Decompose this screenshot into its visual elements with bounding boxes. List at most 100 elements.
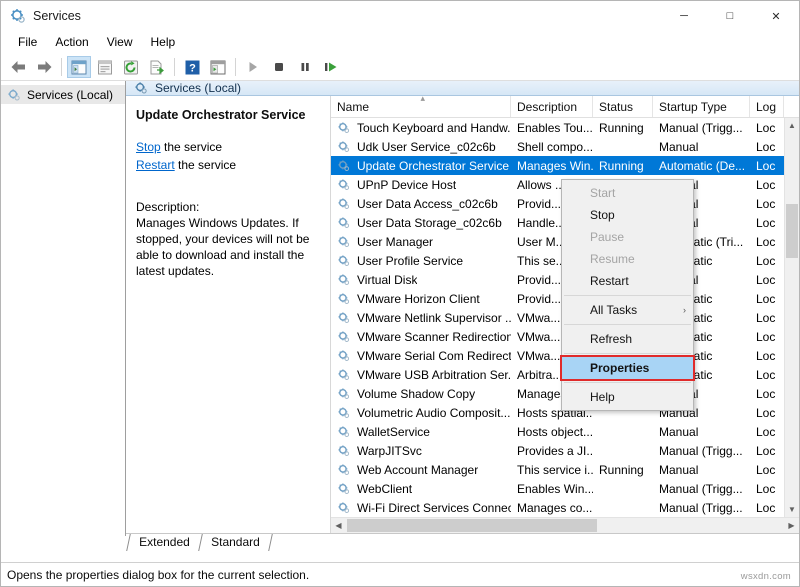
horizontal-scrollbar[interactable]: ◀ ▶	[331, 517, 799, 533]
table-row[interactable]: Update Orchestrator ServiceManages Win..…	[331, 156, 799, 175]
table-row[interactable]: Touch Keyboard and Handw...Enables Tou..…	[331, 118, 799, 137]
services-gear-icon	[7, 88, 22, 102]
cell-status: Running	[593, 121, 653, 135]
toolbar: ?	[1, 54, 799, 81]
table-row[interactable]: Wi-Fi Direct Services Connec...Manages c…	[331, 498, 799, 517]
context-menu-item-label: Stop	[590, 208, 615, 222]
help-icon[interactable]: ?	[180, 56, 204, 78]
column-header-name[interactable]: Name▴	[331, 96, 511, 117]
cell-description: Provides a JI...	[511, 444, 593, 458]
stop-service-icon[interactable]	[267, 56, 291, 78]
cell-log-on-as: Loc	[750, 140, 784, 154]
cell-status: Running	[593, 463, 653, 477]
cell-startup-type: Manual (Trigg...	[653, 501, 750, 515]
context-menu-item-resume: Resume	[562, 248, 693, 270]
back-icon[interactable]	[6, 56, 30, 78]
context-menu-item-refresh[interactable]: Refresh	[562, 328, 693, 350]
restart-service-icon[interactable]	[319, 56, 343, 78]
table-row[interactable]: WalletServiceHosts object...ManualLoc	[331, 422, 799, 441]
show-action-pane-icon[interactable]	[206, 56, 230, 78]
column-header-description[interactable]: Description	[511, 96, 593, 117]
context-menu-separator	[564, 382, 691, 383]
cell-status: Running	[593, 159, 653, 173]
properties-icon[interactable]	[93, 56, 117, 78]
tab-extended[interactable]: Extended	[126, 534, 202, 551]
scroll-left-arrow[interactable]: ◀	[331, 518, 346, 533]
close-button[interactable]: ✕	[753, 1, 799, 31]
table-row[interactable]: WebClientEnables Win...Manual (Trigg...L…	[331, 479, 799, 498]
context-menu-item-label: Refresh	[590, 332, 632, 346]
restart-service-suffix: the service	[175, 158, 236, 172]
restart-service-link[interactable]: Restart	[136, 158, 175, 172]
tree-item-services-local[interactable]: Services (Local)	[1, 85, 125, 104]
column-header-log[interactable]: Log	[750, 96, 784, 117]
tab-standard[interactable]: Standard	[199, 534, 272, 551]
stop-service-link[interactable]: Stop	[136, 140, 161, 154]
cell-name: VMware Scanner Redirection...	[331, 330, 511, 344]
pane-content: Update Orchestrator Service Stop the ser…	[126, 96, 799, 533]
service-gear-icon	[337, 121, 352, 135]
cell-name: Volume Shadow Copy	[331, 387, 511, 401]
refresh-icon[interactable]	[119, 56, 143, 78]
service-details-panel: Update Orchestrator Service Stop the ser…	[126, 96, 331, 533]
service-name-label: WalletService	[357, 425, 430, 439]
maximize-button[interactable]: □	[707, 1, 753, 31]
cell-name: WebClient	[331, 482, 511, 496]
horizontal-scroll-thumb[interactable]	[347, 519, 597, 532]
context-menu-separator	[564, 295, 691, 296]
service-gear-icon	[337, 463, 352, 477]
context-menu-item-label: All Tasks	[590, 303, 637, 317]
table-row[interactable]: WarpJITSvcProvides a JI...Manual (Trigg.…	[331, 441, 799, 460]
table-row[interactable]: Udk User Service_c02c6bShell compo...Man…	[331, 137, 799, 156]
cell-log-on-as: Loc	[750, 349, 784, 363]
tab-label: Standard	[211, 535, 260, 549]
service-name-label: Web Account Manager	[357, 463, 478, 477]
pause-service-icon[interactable]	[293, 56, 317, 78]
context-menu-item-all-tasks[interactable]: All Tasks ›	[562, 299, 693, 321]
context-menu-item-stop[interactable]: Stop	[562, 204, 693, 226]
vertical-scroll-thumb[interactable]	[786, 204, 798, 258]
menu-help[interactable]: Help	[142, 33, 185, 51]
cell-description: Enables Win...	[511, 482, 593, 496]
start-service-icon[interactable]	[241, 56, 265, 78]
table-row[interactable]: Web Account ManagerThis service i...Runn…	[331, 460, 799, 479]
scroll-up-arrow[interactable]: ▲	[785, 118, 799, 133]
service-name-label: VMware Serial Com Redirecti...	[357, 349, 511, 363]
tab-label: Extended	[139, 535, 190, 549]
show-hide-tree-icon[interactable]	[67, 56, 91, 78]
window-title: Services	[33, 9, 81, 23]
context-menu-item-properties[interactable]: Properties	[562, 357, 693, 379]
description-label: Description:	[136, 200, 320, 214]
scroll-right-arrow[interactable]: ▶	[784, 518, 799, 533]
service-gear-icon	[337, 482, 352, 496]
service-gear-icon	[337, 349, 352, 363]
service-gear-icon	[337, 159, 352, 173]
cell-startup-type: Automatic (De...	[653, 159, 750, 173]
forward-icon[interactable]	[32, 56, 56, 78]
context-menu-separator	[564, 324, 691, 325]
context-menu-item-restart[interactable]: Restart	[562, 270, 693, 292]
menu-action[interactable]: Action	[46, 33, 97, 51]
chevron-right-icon: ›	[683, 305, 686, 315]
cell-log-on-as: Loc	[750, 311, 784, 325]
context-menu-item-label: Start	[590, 186, 615, 200]
service-name-label: VMware Scanner Redirection...	[357, 330, 511, 344]
export-list-icon[interactable]	[145, 56, 169, 78]
service-name-label: UPnP Device Host	[357, 178, 456, 192]
menu-file[interactable]: File	[9, 33, 46, 51]
context-menu-item-pause: Pause	[562, 226, 693, 248]
services-window: Services ─ □ ✕ File Action View Help	[0, 0, 800, 587]
minimize-button[interactable]: ─	[661, 1, 707, 31]
context-menu-item-label: Restart	[590, 274, 629, 288]
context-menu-item-help[interactable]: Help	[562, 386, 693, 408]
cell-name: Udk User Service_c02c6b	[331, 140, 511, 154]
scroll-down-arrow[interactable]: ▼	[785, 502, 799, 517]
vertical-scrollbar[interactable]: ▲ ▼	[784, 118, 799, 517]
column-header-status[interactable]: Status	[593, 96, 653, 117]
service-gear-icon	[337, 140, 352, 154]
cell-name: User Data Storage_c02c6b	[331, 216, 511, 230]
toolbar-separator-2	[174, 58, 175, 76]
column-header-startup-type[interactable]: Startup Type	[653, 96, 750, 117]
menu-view[interactable]: View	[98, 33, 142, 51]
service-title: Update Orchestrator Service	[136, 108, 320, 124]
